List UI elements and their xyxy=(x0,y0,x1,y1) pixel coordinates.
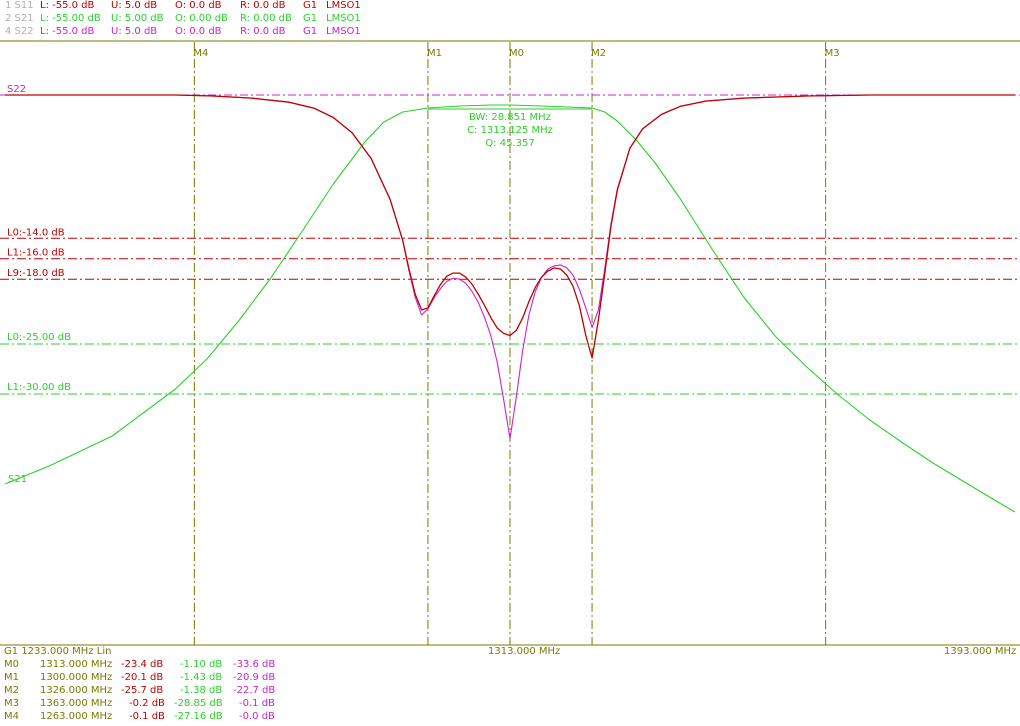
marker-row-s11: -0.2 dB xyxy=(129,698,165,709)
limit-label-s11-2: L9:-18.0 dB xyxy=(7,268,65,279)
marker-label-m0: M0 xyxy=(509,48,524,59)
limit-label-s11-1: L1:-16.0 dB xyxy=(7,248,65,259)
limit-label-s11-0: L0:-14.0 dB xyxy=(7,227,65,238)
marker-row-freq: 1313.000 MHz xyxy=(40,659,113,670)
marker-row-s11: -20.1 dB xyxy=(121,672,164,683)
center-value: C: 1313.125 MHz xyxy=(467,125,553,136)
marker-row-name: M0 xyxy=(4,659,19,670)
marker-row-s22: -22.7 dB xyxy=(233,685,276,696)
marker-row-s21: -1.43 dB xyxy=(180,672,223,683)
axis-stop: 1393.000 MHz xyxy=(944,646,1017,657)
marker-label-m1: M1 xyxy=(427,48,442,59)
marker-row-freq: 1300.000 MHz xyxy=(40,672,113,683)
sparameter-chart: M4 M1 M0 M2 M3 L0:-14.0 dB L1:-16.0 dB L9:-18.… xyxy=(0,40,1020,646)
marker-row-s11: -25.7 dB xyxy=(121,685,164,696)
marker-label-m3: M3 xyxy=(825,48,840,59)
marker-row-s21: -27.16 dB xyxy=(174,711,223,722)
limit-label-s21-1: L1:-30.00 dB xyxy=(7,382,71,393)
trace-label-s21: S21 xyxy=(8,474,27,485)
marker-row-freq: 1363.000 MHz xyxy=(40,698,113,709)
marker-row-s21: -1.10 dB xyxy=(180,659,223,670)
marker-row-s21: -1.38 dB xyxy=(180,685,223,696)
marker-row-s11: -0.1 dB xyxy=(129,711,165,722)
q-value: Q: 45.357 xyxy=(485,138,534,149)
marker-label-m2: M2 xyxy=(591,48,606,59)
marker-row-s22: -0.1 dB xyxy=(239,698,275,709)
marker-row-s22: -0.0 dB xyxy=(239,711,275,722)
marker-row-name: M2 xyxy=(4,685,19,696)
axis-start: G1 1233.000 MHz Lin xyxy=(4,646,112,657)
trace-label-top: S22 xyxy=(7,84,26,95)
marker-row-name: M1 xyxy=(4,672,19,683)
marker-row-name: M4 xyxy=(4,711,19,722)
marker-row-s21: -28.85 dB xyxy=(174,698,223,709)
marker-row-freq: 1263.000 MHz xyxy=(40,711,113,722)
marker-label-m4: M4 xyxy=(193,48,208,59)
marker-row-freq: 1326.000 MHz xyxy=(40,685,113,696)
marker-row-s22: -20.9 dB xyxy=(233,672,276,683)
marker-row-name: M3 xyxy=(4,698,19,709)
axis-center: 1313.000 MHz xyxy=(488,646,561,657)
marker-row-s22: -33.6 dB xyxy=(233,659,276,670)
bw-value: BW: 28.851 MHz xyxy=(469,112,551,123)
marker-row-s11: -23.4 dB xyxy=(121,659,164,670)
limit-label-s21-0: L0:-25.00 dB xyxy=(7,332,71,343)
